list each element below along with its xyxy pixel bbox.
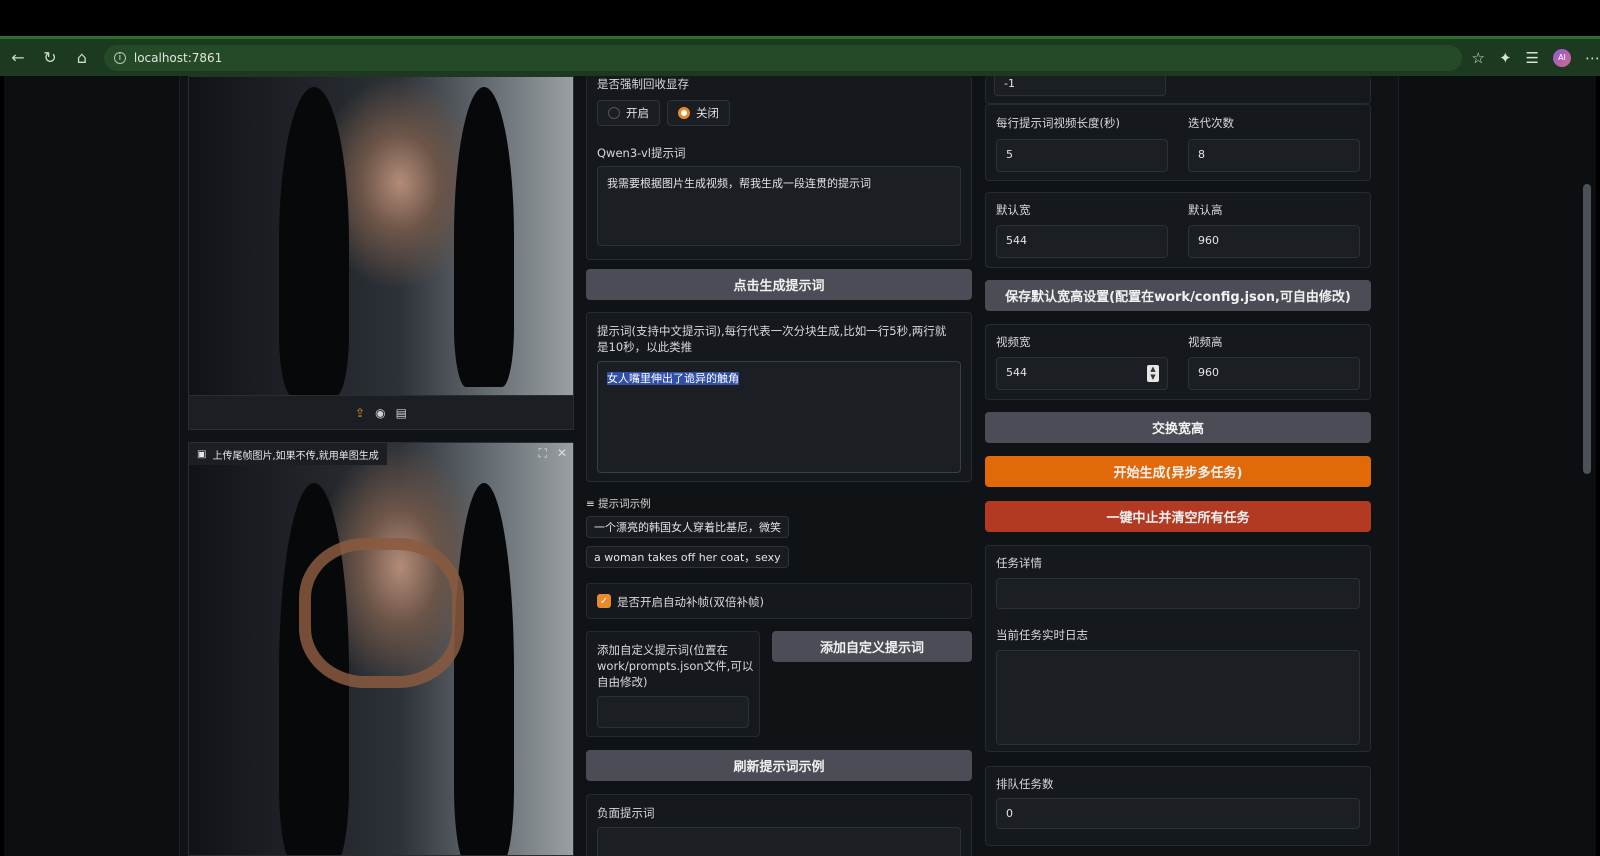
start-frame-image [189,77,573,429]
default-height-input[interactable]: 960 [1188,225,1360,258]
default-size-group: 默认宽 544 默认高 960 [985,192,1371,268]
start-generate-button[interactable]: 开始生成(异步多任务) [985,456,1371,487]
default-width-label: 默认宽 [996,203,1031,217]
video-width-label: 视频宽 [996,335,1031,349]
address-bar[interactable]: i localhost:7861 [103,44,1462,71]
page-viewport: ⇪ ◉ ▤ ▣ 上传尾帧图片,如果不传,就用单图生成 ⛶ ✕ 是否强制回收显存 [4,76,1596,856]
prompt-label: 提示词(支持中文提示词),每行代表一次分块生成,比如一行5秒,两行就是10秒，以… [597,324,947,354]
close-icon[interactable]: ✕ [557,446,567,461]
end-frame-label: ▣ 上传尾帧图片,如果不传,就用单图生成 [189,443,387,465]
profile-avatar[interactable]: AI [1553,48,1571,67]
prompt-textarea[interactable]: 女人嘴里伸出了诡异的触角 [597,361,961,473]
home-icon[interactable]: ⌂ [68,44,96,72]
interp-group: ✓ 是否开启自动补帧(双倍补帧) [586,583,972,619]
custom-prompt-label: 添加自定义提示词(位置在work/prompts.json文件,可以自由修改) [597,643,754,689]
favorite-star-icon[interactable]: ☆ [1472,49,1485,67]
video-height-label: 视频高 [1188,335,1223,349]
clipboard-icon[interactable]: ▤ [396,406,407,420]
site-info-icon[interactable]: i [113,51,126,64]
queue-count-field[interactable]: 0 [996,798,1360,829]
start-frame-image-panel[interactable]: ⇪ ◉ ▤ [188,76,574,430]
app-container: ⇪ ◉ ▤ ▣ 上传尾帧图片,如果不传,就用单图生成 ⛶ ✕ 是否强制回收显存 [179,76,1399,856]
url-text: localhost:7861 [133,50,223,65]
browser-toolbar: ← ↻ ⌂ i localhost:7861 ☆ ✦ ☰ AI ⋯ [0,36,1600,76]
prompt-group: 提示词(支持中文提示词),每行代表一次分块生成,比如一行5秒,两行就是10秒，以… [586,312,972,482]
more-menu-icon[interactable]: ⋯ [1585,49,1600,67]
example-chip-2[interactable]: a woman takes off her coat，sexy [586,546,789,568]
image-controls: ⛶ ✕ [539,446,567,461]
end-frame-image-panel[interactable]: ▣ 上传尾帧图片,如果不传,就用单图生成 ⛶ ✕ [188,442,574,856]
example-chip-1[interactable]: 一个漂亮的韩国女人穿着比基尼，微笑 [586,516,789,538]
prompt-text-selected: 女人嘴里伸出了诡异的触角 [607,372,739,385]
qwen-label: Qwen3-vl提示词 [597,146,686,160]
negative-prompt-label: 负面提示词 [597,806,655,820]
segment-length-input[interactable]: 5 [996,139,1168,172]
options-group: 是否强制回收显存 开启 关闭 Qwen3-vl提示词 我需要根据图片生成视频，帮… [586,76,972,260]
extensions-icon[interactable]: ✦ [1499,49,1512,67]
custom-prompt-group: 添加自定义提示词(位置在work/prompts.json文件,可以自由修改) [586,631,760,737]
negative-prompt-group: 负面提示词 [586,794,972,856]
segment-group: 每行提示词视频长度(秒) 5 迭代次数 8 [985,104,1371,181]
task-group: 任务详情 当前任务实时日志 [985,545,1371,752]
swap-size-button[interactable]: 交换宽高 [985,412,1371,443]
task-log-label: 当前任务实时日志 [996,628,1088,642]
video-width-input[interactable]: 544 ▲ ▼ [996,357,1168,390]
page-scrollbar[interactable] [1583,76,1591,856]
force-gc-label: 是否强制回收显存 [597,77,689,91]
add-custom-prompt-button[interactable]: 添加自定义提示词 [772,631,972,662]
list-icon: ≡ [586,498,599,510]
top-black-bar [0,0,1600,36]
radio-dot [608,107,620,119]
examples-label: ≡ 提示词示例 [586,498,651,510]
task-detail-label: 任务详情 [996,556,1042,570]
save-default-size-button[interactable]: 保存默认宽高设置(配置在work/config.json,可自由修改) [985,280,1371,311]
refresh-examples-button[interactable]: 刷新提示词示例 [586,750,972,781]
qwen-prompt-textarea[interactable]: 我需要根据图片生成视频，帮我生成一段连贯的提示词 [597,166,961,246]
image-toolbar: ⇪ ◉ ▤ [189,395,573,429]
radio-off[interactable]: 关闭 [667,100,730,126]
iterations-input[interactable]: 8 [1188,139,1360,172]
favorites-icon[interactable]: ☰ [1526,49,1539,67]
queue-group: 排队任务数 0 [985,766,1371,846]
upload-icon[interactable]: ⇪ [355,406,365,420]
spinner-icon[interactable]: ▲ ▼ [1147,365,1159,382]
custom-prompt-input[interactable] [597,696,749,728]
hair-left [279,87,349,397]
webcam-icon[interactable]: ◉ [375,406,385,420]
video-height-input[interactable]: 960 [1188,357,1360,390]
browser-actions: ☆ ✦ ☰ AI ⋯ [1472,48,1600,67]
hair-right [454,483,514,855]
segment-length-label: 每行提示词视频长度(秒) [996,116,1120,130]
queue-count-label: 排队任务数 [996,777,1054,791]
radio-dot-selected [678,107,690,119]
back-icon[interactable]: ← [4,44,32,72]
task-log-field[interactable] [996,650,1360,745]
reload-icon[interactable]: ↻ [36,44,64,72]
video-size-group: 视频宽 544 ▲ ▼ 视频高 960 [985,324,1371,400]
fullscreen-icon[interactable]: ⛶ [539,446,547,461]
default-height-label: 默认高 [1188,203,1223,217]
hair-right [454,87,514,387]
generate-prompt-button[interactable]: 点击生成提示词 [586,269,972,300]
image-icon: ▣ [197,448,207,460]
stop-clear-button[interactable]: 一键中止并清空所有任务 [985,501,1371,532]
interp-label: 是否开启自动补帧(双倍补帧) [617,595,764,609]
interp-checkbox[interactable]: ✓ [597,594,611,608]
tentacle-shape [299,538,464,688]
iterations-label: 迭代次数 [1188,116,1234,130]
seed-group: -1 [985,76,1371,104]
task-detail-field[interactable] [996,578,1360,609]
radio-on[interactable]: 开启 [597,100,660,126]
scrollbar-thumb[interactable] [1583,184,1591,474]
default-width-input[interactable]: 544 [996,225,1168,258]
negative-prompt-textarea[interactable] [597,827,961,856]
seed-input[interactable]: -1 [994,76,1166,96]
